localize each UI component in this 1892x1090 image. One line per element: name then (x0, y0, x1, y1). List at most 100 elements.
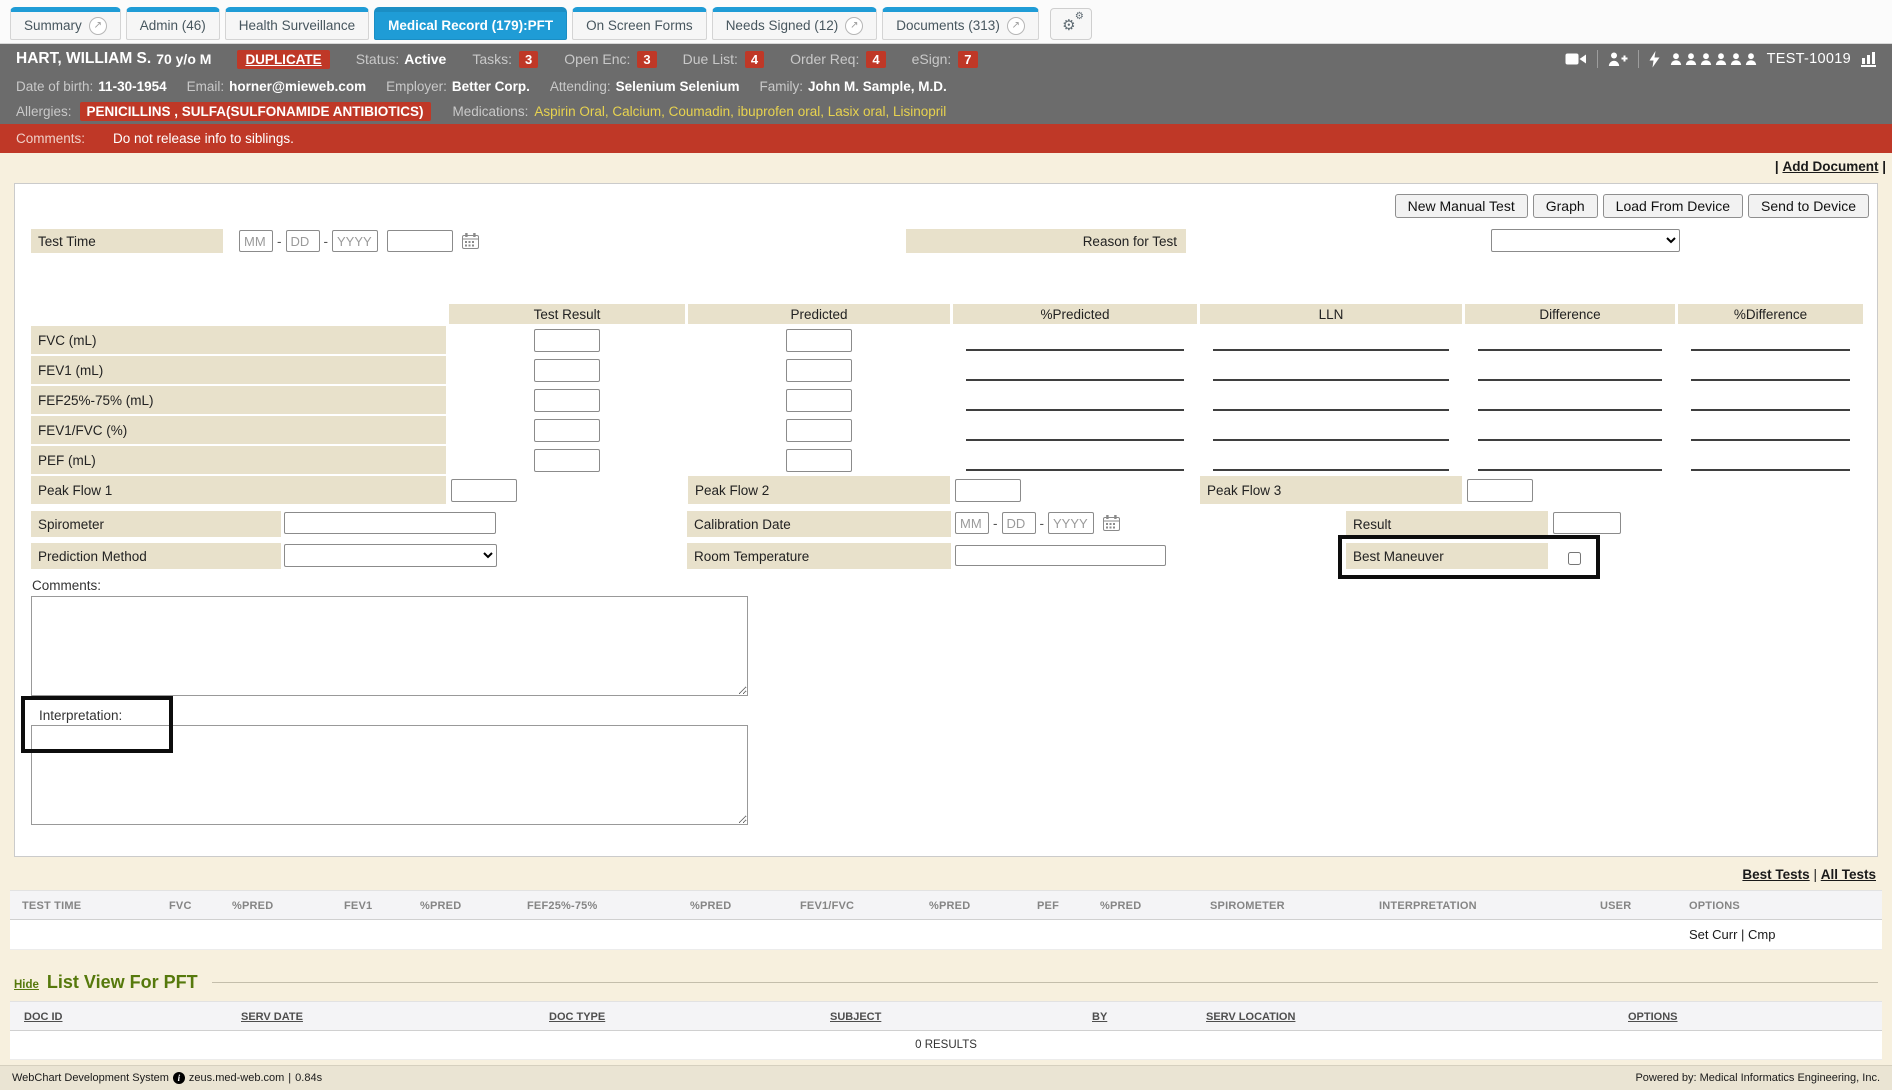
hide-link[interactable]: Hide (14, 979, 39, 991)
best-tests-links: Best Tests | All Tests (0, 857, 1892, 888)
calibration-day-input[interactable] (1002, 512, 1036, 534)
send-to-device-button[interactable]: Send to Device (1748, 194, 1869, 218)
popout-icon[interactable]: ↗ (89, 17, 107, 35)
results-col-spirometer: SPIROMETER (1210, 900, 1285, 912)
interpretation-textarea[interactable] (31, 725, 748, 825)
results-col-user: USER (1600, 900, 1631, 912)
divider (1597, 50, 1598, 68)
prediction-method-label: Prediction Method (31, 543, 281, 569)
list-col-serv-location[interactable]: SERV LOCATION (1206, 1011, 1295, 1023)
footer-app-name: WebChart Development System (12, 1072, 169, 1084)
test-time-time-input[interactable] (387, 230, 453, 252)
peak-flow-2-input[interactable] (955, 479, 1021, 502)
fev1-lln-line (1200, 356, 1462, 384)
email-label: Email: (187, 79, 225, 94)
calibration-year-input[interactable] (1048, 512, 1094, 534)
esign-count-badge[interactable]: 7 (958, 51, 977, 68)
peak-flow-1-input[interactable] (451, 479, 517, 502)
new-manual-test-button[interactable]: New Manual Test (1395, 194, 1528, 218)
patient-header-row1: HART, WILLIAM S. 70 y/o M DUPLICATE Stat… (0, 44, 1892, 74)
medications-list[interactable]: Aspirin Oral, Calcium, Coumadin, ibuprof… (534, 104, 946, 119)
add-person-icon[interactable] (1608, 52, 1628, 67)
video-camera-icon[interactable] (1565, 52, 1587, 66)
fev1fvc-predicted-input[interactable] (786, 419, 852, 442)
status-value: Active (404, 51, 446, 67)
spirometer-input[interactable] (284, 512, 496, 534)
info-icon[interactable]: i (173, 1072, 185, 1084)
tab-needs-signed[interactable]: Needs Signed (12) ↗ (712, 7, 878, 40)
fvc-predicted-input[interactable] (786, 329, 852, 352)
tab-on-screen-forms[interactable]: On Screen Forms (572, 7, 707, 40)
load-from-device-button[interactable]: Load From Device (1603, 194, 1743, 218)
fev1-predicted-input[interactable] (786, 359, 852, 382)
tab-medical-record-label: Medical Record (179):PFT (388, 18, 553, 33)
list-col-doc-type[interactable]: DOC TYPE (549, 1011, 605, 1023)
reason-for-test-select[interactable] (1491, 229, 1680, 252)
attending-value: Selenium Selenium (616, 79, 740, 94)
add-document-row: | Add Document | (0, 153, 1892, 177)
peak-flow-3-input[interactable] (1467, 479, 1533, 502)
set-curr-cmp-links[interactable]: Set Curr | Cmp (1689, 927, 1775, 942)
tab-health-surveillance[interactable]: Health Surveillance (225, 7, 369, 40)
tasks-count-badge[interactable]: 3 (519, 51, 538, 68)
gear-icon: ⚙ (1062, 18, 1075, 33)
allergies-badge[interactable]: PENICILLINS , SULFA(SULFONAMIDE ANTIBIOT… (80, 102, 431, 121)
calibration-month-input[interactable] (955, 512, 989, 534)
tab-summary[interactable]: Summary ↗ (10, 7, 121, 40)
bar-chart-icon[interactable] (1861, 51, 1876, 67)
tab-documents[interactable]: Documents (313) ↗ (882, 7, 1039, 40)
test-time-day-input[interactable] (286, 230, 320, 252)
fev1-test-result-input[interactable] (534, 359, 600, 382)
best-maneuver-checkbox[interactable] (1568, 552, 1581, 565)
graph-button[interactable]: Graph (1533, 194, 1598, 218)
fev1fvc-test-result-input[interactable] (534, 419, 600, 442)
patient-header-row3: Allergies: PENICILLINS , SULFA(SULFONAMI… (0, 98, 1892, 124)
spirometer-row: Spirometer Calibration Date - - Result (31, 511, 1863, 537)
result-input[interactable] (1553, 512, 1621, 534)
row-label-pef: PEF (mL) (31, 446, 446, 474)
list-col-subject[interactable]: SUBJECT (830, 1011, 881, 1023)
open-enc-count-badge[interactable]: 3 (637, 51, 656, 68)
open-enc-label: Open Enc: (564, 51, 630, 67)
col-header-pct-difference: %Difference (1678, 304, 1863, 324)
list-col-by[interactable]: BY (1092, 1011, 1107, 1023)
due-list-count-badge[interactable]: 4 (745, 51, 764, 68)
list-col-doc-id[interactable]: DOC ID (24, 1011, 63, 1023)
comments-textarea[interactable] (31, 596, 748, 696)
list-view-header: DOC ID SERV DATE DOC TYPE SUBJECT BY SER… (10, 1001, 1882, 1031)
settings-button[interactable]: ⚙ ⚙ (1050, 8, 1092, 40)
pef-predicted-input[interactable] (786, 449, 852, 472)
person-icon (1685, 53, 1697, 65)
lightning-icon[interactable] (1649, 51, 1660, 68)
list-col-serv-date[interactable]: SERV DATE (241, 1011, 303, 1023)
calendar-icon[interactable] (1103, 515, 1120, 531)
comments-alert-bar: Comments: Do not release info to sibling… (0, 124, 1892, 153)
prediction-method-select[interactable] (284, 544, 497, 567)
test-time-month-input[interactable] (239, 230, 273, 252)
spirometer-label: Spirometer (31, 511, 281, 537)
add-document-link[interactable]: Add Document (1782, 159, 1878, 174)
tab-on-screen-forms-label: On Screen Forms (586, 18, 693, 33)
family-label: Family: (759, 79, 803, 94)
person-icon (1745, 53, 1757, 65)
fvc-test-result-input[interactable] (534, 329, 600, 352)
calendar-icon[interactable] (462, 233, 479, 249)
order-req-count-badge[interactable]: 4 (866, 51, 885, 68)
pef-test-result-input[interactable] (534, 449, 600, 472)
tab-medical-record[interactable]: Medical Record (179):PFT (374, 7, 567, 40)
peak-flow-1-cell (449, 476, 685, 504)
all-tests-link[interactable]: All Tests (1821, 867, 1876, 882)
popout-icon[interactable]: ↗ (845, 17, 863, 35)
fef-test-result-input[interactable] (534, 389, 600, 412)
medications-label: Medications: (453, 104, 529, 119)
best-tests-link[interactable]: Best Tests (1742, 867, 1809, 882)
list-col-options[interactable]: OPTIONS (1628, 1011, 1678, 1023)
tab-admin[interactable]: Admin (46) (126, 7, 220, 40)
room-temperature-input[interactable] (955, 545, 1166, 566)
duplicate-badge[interactable]: DUPLICATE (237, 50, 329, 69)
fef-predicted-input[interactable] (786, 389, 852, 412)
order-req-label: Order Req: (790, 51, 859, 67)
test-time-year-input[interactable] (332, 230, 378, 252)
results-col-pct-pred-1: %PRED (232, 900, 273, 912)
popout-icon[interactable]: ↗ (1007, 17, 1025, 35)
